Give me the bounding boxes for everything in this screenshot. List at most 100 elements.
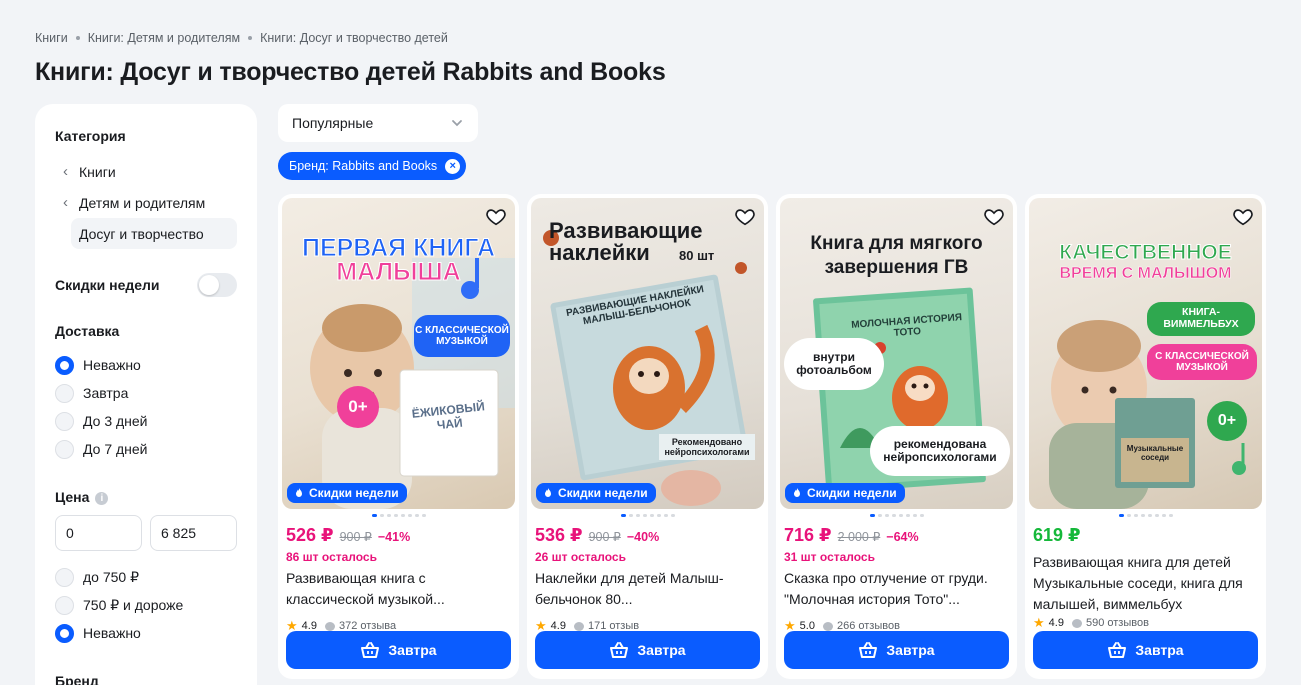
cover-title-line-2: ВРЕМЯ С МАЛЫШОМ [1059,265,1232,282]
old-price: 900 ₽ [339,530,372,544]
delivery-option[interactable]: До 3 дней [55,407,237,435]
basket-icon [610,642,629,658]
add-to-cart-button[interactable]: Завтра [535,631,760,669]
cover-book-title: Музыкальные соседи [1126,444,1184,462]
product-image[interactable]: Книга для мягкого завершения ГВ МОЛОЧНАЯ… [780,198,1013,509]
product-image[interactable]: Развивающие наклейки 80 шт РАЗВИВАЮЩИЕ Н… [531,198,764,509]
delivery-heading: Доставка [55,323,120,339]
promo-badge: Скидки недели [536,483,656,503]
breadcrumb-link-books[interactable]: Книги [35,31,68,45]
promo-label: Скидки недели [558,486,648,500]
product-card[interactable]: Развивающие наклейки 80 шт РАЗВИВАЮЩИЕ Н… [527,194,768,679]
reviews-icon [324,621,335,631]
cover-title-line-2: наклейки [549,240,650,265]
category-item-books[interactable]: ‹ Книги [55,156,237,187]
heart-icon[interactable] [734,206,756,228]
rating: ★ 4.9 590 отзывов [1029,612,1262,631]
price-range: 0 6 825 [55,515,237,551]
breadcrumb-link-kids-parents[interactable]: Книги: Детям и родителям [88,31,240,45]
active-filter-chip[interactable]: Бренд: Rabbits and Books × [278,152,467,180]
fire-icon [545,488,551,497]
chevron-down-icon [452,120,462,127]
radio-label: До 7 дней [83,441,148,457]
fire-icon [794,488,800,497]
radio-label: до 750 ₽ [83,568,139,585]
filter-sidebar: Категория ‹ Книги ‹ Детям и родителям До… [35,104,257,685]
add-to-cart-button[interactable]: Завтра [1033,631,1258,669]
radio[interactable] [55,439,74,459]
product-title[interactable]: Развивающая книга с классической музыкой… [282,564,515,615]
stock-left: 31 шт осталось [784,550,875,564]
cover-title-line-2: МАЛЫША [336,258,461,286]
heart-icon[interactable] [1232,206,1254,228]
category-heading: Категория [55,128,126,144]
old-price: 2 000 ₽ [837,530,881,544]
rating-value: 4.9 [1048,617,1064,629]
price-max-input[interactable]: 6 825 [150,515,237,551]
price-option[interactable]: Неважно [55,619,237,647]
delivery-option[interactable]: Неважно [55,351,237,379]
basket-icon [361,642,380,658]
cover-title-line-2: завершения ГВ [824,257,969,278]
chevron-left-icon: ‹ [63,194,68,211]
promo-badge: Скидки недели [785,483,905,503]
info-icon[interactable]: i [95,491,109,505]
discounts-toggle[interactable] [197,273,237,297]
price-option[interactable]: 750 ₽ и дороже [55,591,237,619]
radio[interactable] [55,567,74,587]
category-item-leisure[interactable]: Досуг и творчество [71,218,237,249]
add-to-cart-button[interactable]: Завтра [784,631,1009,669]
radio-selected[interactable] [55,623,74,643]
radio[interactable] [55,595,74,615]
category-item-kids-parents[interactable]: ‹ Детям и родителям [55,187,237,218]
stock-left: 26 шт осталось [535,550,626,564]
image-pagination [531,514,764,518]
radio[interactable] [55,383,74,403]
price: 716 ₽ [784,525,832,545]
price-min-input[interactable]: 0 [55,515,142,551]
category-label: Книги [79,163,116,180]
chip-label: Бренд: Rabbits and Books [289,159,438,173]
delivery-option[interactable]: Завтра [55,379,237,407]
basket-icon [1108,642,1127,658]
product-title[interactable]: Сказка про отлучение от груди. "Молочная… [780,564,1013,615]
radio[interactable] [55,411,74,431]
cover-count: 80 шт [679,248,715,263]
close-icon[interactable]: × [445,158,461,174]
add-to-cart-button[interactable]: Завтра [286,631,511,669]
price-row: 619 ₽ [1029,521,1262,546]
radio-label: Неважно [83,625,141,641]
delivery-option[interactable]: До 7 дней [55,435,237,463]
cover-bubble-2: рекомендована нейропсихологами [870,426,1010,476]
promo-badge: Скидки недели [287,483,407,503]
product-title[interactable]: Развивающая книга для детей Музыкальные … [1029,546,1262,612]
product-image[interactable]: ПЕРВАЯ КНИГА МАЛЫША С КЛАССИЧЕСКОЙ МУЗЫК… [282,198,515,509]
product-card[interactable]: ПЕРВАЯ КНИГА МАЛЫША С КЛАССИЧЕСКОЙ МУЗЫК… [278,194,519,679]
cover-pill-2: С КЛАССИЧЕСКОЙ МУЗЫКОЙ [1147,344,1257,380]
cover-bubble-1: внутри фотоальбом [784,338,884,390]
product-image[interactable]: КАЧЕСТВЕННОЕ ВРЕМЯ С МАЛЫШОМ КНИГА-ВИММЕ… [1029,198,1262,509]
heart-icon[interactable] [983,206,1005,228]
page-title: Книги: Досуг и творчество детей Rabbits … [35,58,666,86]
product-card[interactable]: Книга для мягкого завершения ГВ МОЛОЧНАЯ… [776,194,1017,679]
radio-selected[interactable] [55,355,74,375]
reviews-count[interactable]: 590 отзывов [1086,617,1149,629]
reviews-icon [822,621,833,631]
age-badge: 0+ [1207,401,1247,441]
heart-icon[interactable] [485,206,507,228]
brand-heading: Бренд [55,673,99,685]
cover-title-line-1: Книга для мягкого [810,233,983,254]
price-option[interactable]: до 750 ₽ [55,563,237,591]
reviews-icon [573,621,584,631]
price-heading: Цена i [55,489,237,505]
sort-dropdown[interactable]: Популярные [278,104,478,142]
cover-pill-1: КНИГА-ВИММЕЛЬБУХ [1147,302,1255,336]
radio-label: Неважно [83,357,141,373]
price: 536 ₽ [535,525,583,545]
breadcrumb-link-leisure[interactable]: Книги: Досуг и творчество детей [260,31,448,45]
radio-label: Завтра [83,385,129,401]
discount: −40% [626,530,660,544]
image-pagination [780,514,1013,518]
product-title[interactable]: Наклейки для детей Малыш-бельчонок 80... [531,564,764,615]
product-card[interactable]: КАЧЕСТВЕННОЕ ВРЕМЯ С МАЛЫШОМ КНИГА-ВИММЕ… [1025,194,1266,679]
